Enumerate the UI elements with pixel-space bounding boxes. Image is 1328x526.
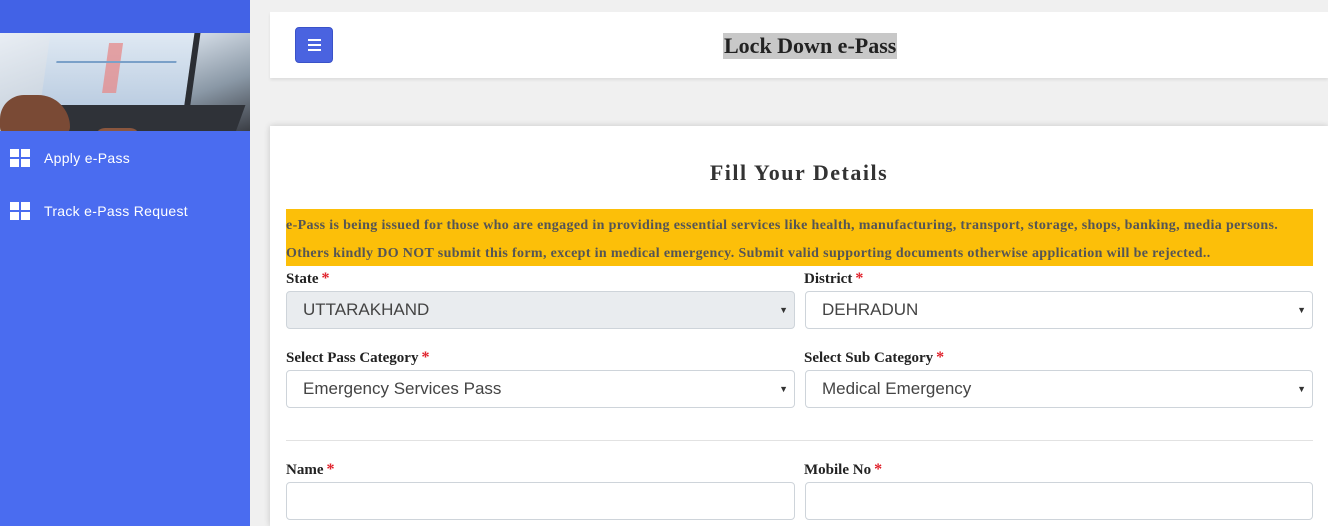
grid-icon: [10, 148, 30, 167]
notice-line-2: Others kindly DO NOT submit this form, e…: [286, 246, 1211, 261]
section-divider: [286, 440, 1313, 441]
required-marker: *: [421, 349, 430, 366]
state-label: State *: [286, 270, 330, 288]
sidebar: Apply e-Pass Track e-Pass Request: [0, 0, 250, 526]
sidebar-top-bar: [0, 0, 250, 33]
mobile-label-text: Mobile No: [804, 462, 872, 478]
sidebar-item-label: Apply e-Pass: [44, 149, 131, 166]
sidebar-item-label: Track e-Pass Request: [44, 202, 188, 219]
required-marker: *: [326, 461, 335, 478]
sub-category-label: Select Sub Category *: [804, 349, 944, 367]
sub-category-select[interactable]: Medical Emergency ▼: [805, 370, 1313, 408]
menu-toggle-button[interactable]: [295, 27, 333, 63]
name-input[interactable]: [286, 482, 795, 520]
state-select[interactable]: UTTARAKHAND ▼: [286, 291, 795, 329]
chevron-down-icon: ▼: [1297, 305, 1306, 315]
state-label-text: State: [286, 271, 319, 287]
notice-banner: e-Pass is being issued for those who are…: [286, 209, 1313, 266]
chevron-down-icon: ▼: [779, 384, 788, 394]
sidebar-item-track-epass[interactable]: Track e-Pass Request: [0, 184, 250, 237]
sub-category-label-text: Select Sub Category: [804, 350, 934, 366]
form-title: Fill Your Details: [709, 160, 889, 185]
state-select-value: UTTARAKHAND: [303, 300, 430, 319]
sidebar-banner-image: [0, 33, 250, 131]
mobile-input[interactable]: [805, 482, 1313, 520]
form-card: Fill Your Details e-Pass is being issued…: [270, 126, 1328, 526]
required-marker: *: [874, 461, 883, 478]
district-select[interactable]: DEHRADUN ▼: [805, 291, 1313, 329]
pass-category-select-value: Emergency Services Pass: [303, 379, 502, 398]
notice-line-1: e-Pass is being issued for those who are…: [286, 218, 1279, 233]
required-marker: *: [321, 270, 330, 287]
grid-icon: [10, 201, 30, 220]
hamburger-icon: [307, 39, 321, 41]
chevron-down-icon: ▼: [779, 305, 788, 315]
name-label-text: Name: [286, 462, 324, 478]
pass-category-select[interactable]: Emergency Services Pass ▼: [286, 370, 795, 408]
pass-category-label: Select Pass Category *: [286, 349, 429, 367]
top-header: Lock Down e-Pass: [270, 12, 1328, 78]
name-label: Name *: [286, 461, 335, 479]
district-label: District *: [804, 270, 863, 288]
required-marker: *: [936, 349, 945, 366]
mobile-label: Mobile No *: [804, 461, 882, 479]
page-title: Lock Down e-Pass: [723, 33, 898, 59]
sidebar-item-apply-epass[interactable]: Apply e-Pass: [0, 131, 250, 184]
sub-category-select-value: Medical Emergency: [822, 379, 972, 398]
pass-category-label-text: Select Pass Category: [286, 350, 419, 366]
hamburger-icon-bar: [307, 49, 321, 51]
district-label-text: District: [804, 271, 853, 287]
district-select-value: DEHRADUN: [822, 300, 919, 319]
chevron-down-icon: ▼: [1297, 384, 1306, 394]
required-marker: *: [855, 270, 864, 287]
hamburger-icon-bar: [307, 44, 321, 46]
